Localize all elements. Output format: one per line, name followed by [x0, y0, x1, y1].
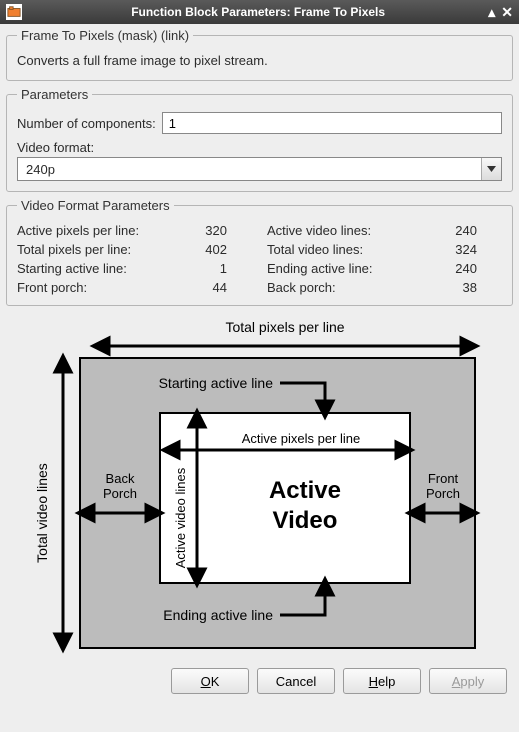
- chevron-down-icon[interactable]: [481, 158, 501, 180]
- window-title: Function Block Parameters: Frame To Pixe…: [28, 5, 488, 19]
- close-icon[interactable]: ✕: [501, 4, 513, 21]
- front-porch-value: 44: [167, 280, 227, 295]
- active-lines-value: 240: [417, 223, 477, 238]
- ending-active-value: 240: [417, 261, 477, 276]
- apply-button[interactable]: Apply: [429, 668, 507, 694]
- video-format-label: Video format:: [17, 140, 502, 155]
- starting-active-label: Starting active line:: [17, 261, 167, 276]
- diag-back-porch-label: BackPorch: [103, 471, 137, 501]
- ok-button[interactable]: OK: [171, 668, 249, 694]
- num-components-label: Number of components:: [17, 116, 156, 131]
- diag-active-video-l1: Active: [268, 477, 340, 504]
- app-icon: [6, 4, 22, 20]
- mask-legend: Frame To Pixels (mask) (link): [17, 28, 193, 43]
- diag-active-video-l2: Video: [272, 507, 337, 534]
- parameters-group: Parameters Number of components: Video f…: [6, 87, 513, 192]
- diag-active-pixels-label: Active pixels per line: [241, 431, 360, 446]
- diagram-svg: Total pixels per line Total video lines …: [25, 318, 495, 658]
- diag-active-lines-label: Active video lines: [173, 467, 188, 568]
- active-pixels-value: 320: [167, 223, 227, 238]
- total-lines-value: 324: [417, 242, 477, 257]
- cancel-button[interactable]: Cancel: [257, 668, 335, 694]
- total-pixels-label: Total pixels per line:: [17, 242, 167, 257]
- diag-ending-active-label: Ending active line: [163, 607, 273, 623]
- diag-starting-active-label: Starting active line: [158, 375, 273, 391]
- diagram: Total pixels per line Total video lines …: [6, 312, 513, 664]
- num-components-input[interactable]: [162, 112, 502, 134]
- help-button[interactable]: Help: [343, 668, 421, 694]
- video-format-parameters-group: Video Format Parameters Active pixels pe…: [6, 198, 513, 306]
- total-lines-label: Total video lines:: [267, 242, 417, 257]
- mask-description: Converts a full frame image to pixel str…: [17, 53, 502, 68]
- back-porch-value: 38: [417, 280, 477, 295]
- video-format-value: 240p: [18, 162, 481, 177]
- diag-front-porch-label: FrontPorch: [426, 471, 460, 501]
- diag-total-pixels-label: Total pixels per line: [225, 319, 344, 335]
- parameters-legend: Parameters: [17, 87, 92, 102]
- vfp-legend: Video Format Parameters: [17, 198, 174, 213]
- button-bar: OK Cancel Help Apply: [0, 664, 519, 702]
- active-pixels-label: Active pixels per line:: [17, 223, 167, 238]
- mask-group: Frame To Pixels (mask) (link) Converts a…: [6, 28, 513, 81]
- ending-active-label: Ending active line:: [267, 261, 417, 276]
- front-porch-label: Front porch:: [17, 280, 167, 295]
- back-porch-label: Back porch:: [267, 280, 417, 295]
- total-pixels-value: 402: [167, 242, 227, 257]
- video-format-select[interactable]: 240p: [17, 157, 502, 181]
- diag-total-lines-label: Total video lines: [34, 463, 50, 563]
- active-lines-label: Active video lines:: [267, 223, 417, 238]
- titlebar: Function Block Parameters: Frame To Pixe…: [0, 0, 519, 24]
- rollup-icon[interactable]: ▴: [488, 4, 495, 21]
- starting-active-value: 1: [167, 261, 227, 276]
